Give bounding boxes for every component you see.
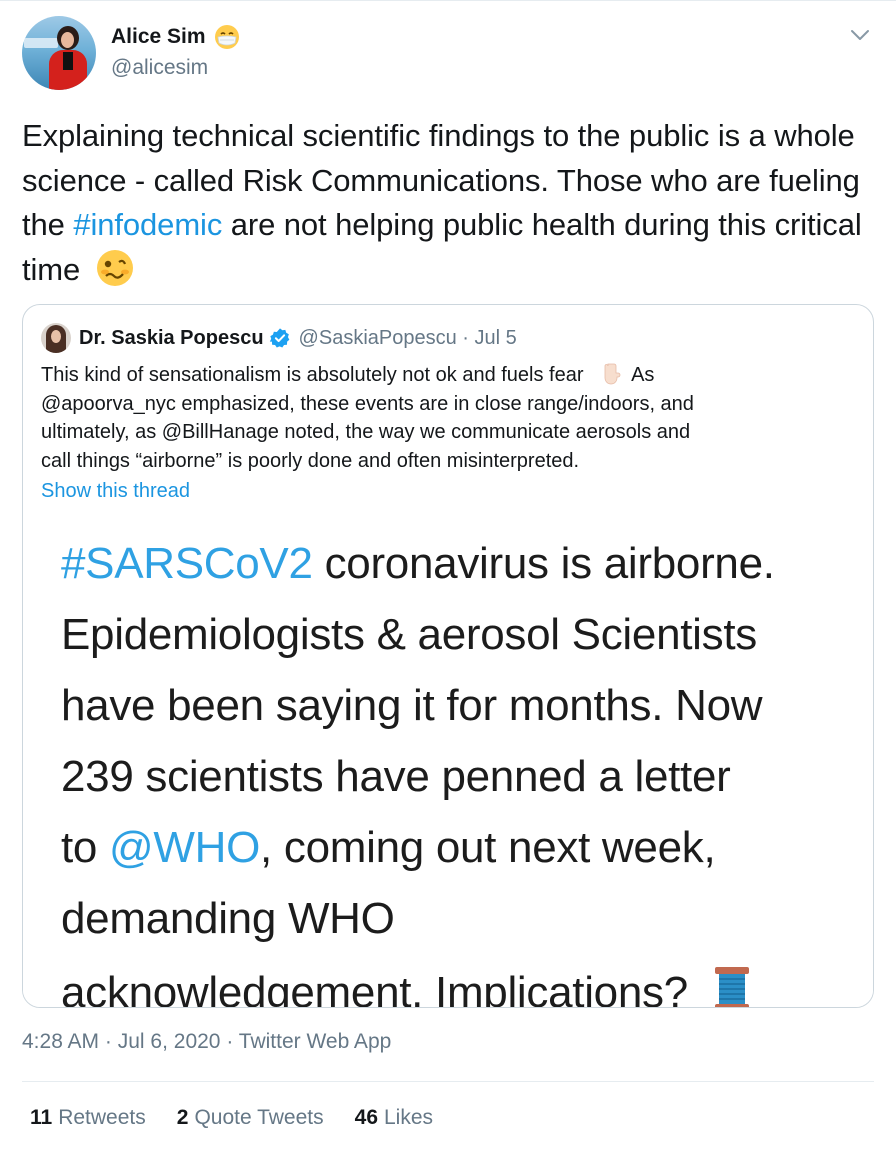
image-text-line: have been saying it for months. Now (61, 681, 763, 730)
meta-separator: · (220, 1030, 239, 1053)
quoted-text-line: call things “airborne” is poorly done an… (41, 449, 580, 472)
tweet-source-link[interactable]: Twitter Web App (239, 1030, 392, 1053)
hashtag-link[interactable]: #infodemic (73, 207, 222, 242)
show-thread-link[interactable]: Show this thread (41, 480, 190, 503)
tweet-text: Explaining technical scientific findings… (22, 114, 882, 292)
tweet-time-link[interactable]: 4:28 AM (22, 1030, 99, 1053)
meta-separator: · (99, 1030, 118, 1053)
tweet-metadata: 4:28 AM · Jul 6, 2020 · Twitter Web App (22, 1030, 391, 1054)
woozy-face-icon (96, 249, 133, 286)
image-text-line: acknowledgement. Implications? (61, 965, 752, 1007)
quoted-tweet[interactable]: Dr. Saskia Popescu @SaskiaPopescu · Jul … (22, 304, 874, 1008)
quoted-tweet-text: This kind of sensationalism is absolutel… (41, 361, 861, 475)
tweet-date-link[interactable]: Jul 6, 2020 (118, 1030, 221, 1053)
author-handle[interactable]: @alicesim (111, 56, 208, 80)
face-with-medical-mask-icon (214, 25, 239, 49)
quoted-author-avatar[interactable] (41, 323, 71, 353)
chevron-down-icon[interactable] (848, 26, 872, 44)
image-text-line: #SARSCoV2 coronavirus is airborne. (61, 539, 775, 588)
author-avatar[interactable] (22, 16, 96, 90)
image-text-line: 239 scientists have penned a letter (61, 752, 731, 801)
likes-stat[interactable]: 46 Likes (355, 1106, 433, 1130)
image-text-line: to @WHO, coming out next week, (61, 823, 716, 872)
author-display-name[interactable]: Alice Sim (111, 25, 206, 49)
quoted-tweet-header: Dr. Saskia Popescu @SaskiaPopescu · Jul … (41, 323, 517, 353)
engagement-stats: 11 Retweets 2 Quote Tweets 46 Likes (30, 1106, 464, 1130)
stats-divider (22, 1081, 874, 1082)
quoted-text-line: This kind of sensationalism is absolutel… (41, 363, 655, 386)
quoted-text-line: @apoorva_nyc emphasized, these events ar… (41, 392, 694, 415)
quoted-tweet-image[interactable]: #SARSCoV2 coronavirus is airborne. Epide… (23, 517, 873, 1007)
image-text-line: demanding WHO (61, 894, 395, 943)
quoted-text-line: ultimately, as @BillHanage noted, the wa… (41, 421, 691, 443)
quote-tweets-stat[interactable]: 2 Quote Tweets (177, 1106, 324, 1130)
quoted-author-name[interactable]: Dr. Saskia Popescu (79, 327, 264, 350)
top-divider (0, 0, 896, 1)
retweets-stat[interactable]: 11 Retweets (30, 1106, 146, 1130)
quoted-handle-time[interactable]: @SaskiaPopescu · Jul 5 (299, 327, 517, 350)
verified-badge-icon (269, 328, 289, 348)
pointing-down-hand-icon (604, 363, 621, 385)
thread-spool-icon (714, 967, 749, 1007)
image-text-line: Epidemiologists & aerosol Scientists (61, 610, 757, 659)
author-name-row[interactable]: Alice Sim (111, 24, 240, 50)
